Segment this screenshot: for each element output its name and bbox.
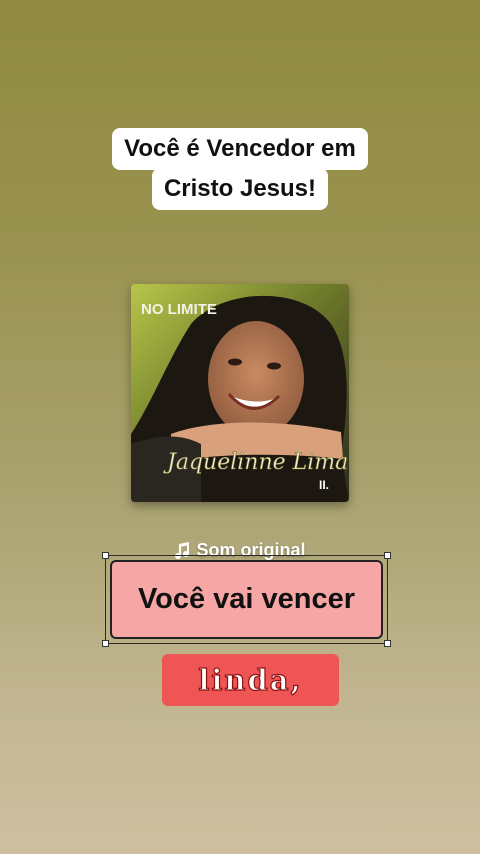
caption-block: Você é Vencedor em Cristo Jesus! [0,128,480,210]
resize-handle-bottom-right[interactable] [384,640,391,647]
pink-sticker-text: Você vai vencer [137,583,356,615]
red-text-sticker[interactable]: linda, [162,654,339,706]
selected-text-sticker[interactable]: Você vai vencer [102,552,391,647]
resize-handle-top-left[interactable] [102,552,109,559]
pink-text-sticker[interactable]: Você vai vencer [110,560,383,639]
caption-line-2: Cristo Jesus! [151,168,329,210]
caption-line-1: Você é Vencedor em [112,128,368,170]
album-cover-art: NO LIMITE Jaquelinne Lima II. [131,284,349,502]
red-sticker-text: linda, [198,662,303,697]
resize-handle-top-right[interactable] [384,552,391,559]
resize-handle-bottom-left[interactable] [102,640,109,647]
album-cover[interactable]: NO LIMITE Jaquelinne Lima II. [131,284,349,502]
cover-title: NO LIMITE [141,301,217,318]
artist-signature: Jaquelinne Lima [163,450,348,475]
volume-label: II. [319,478,329,492]
